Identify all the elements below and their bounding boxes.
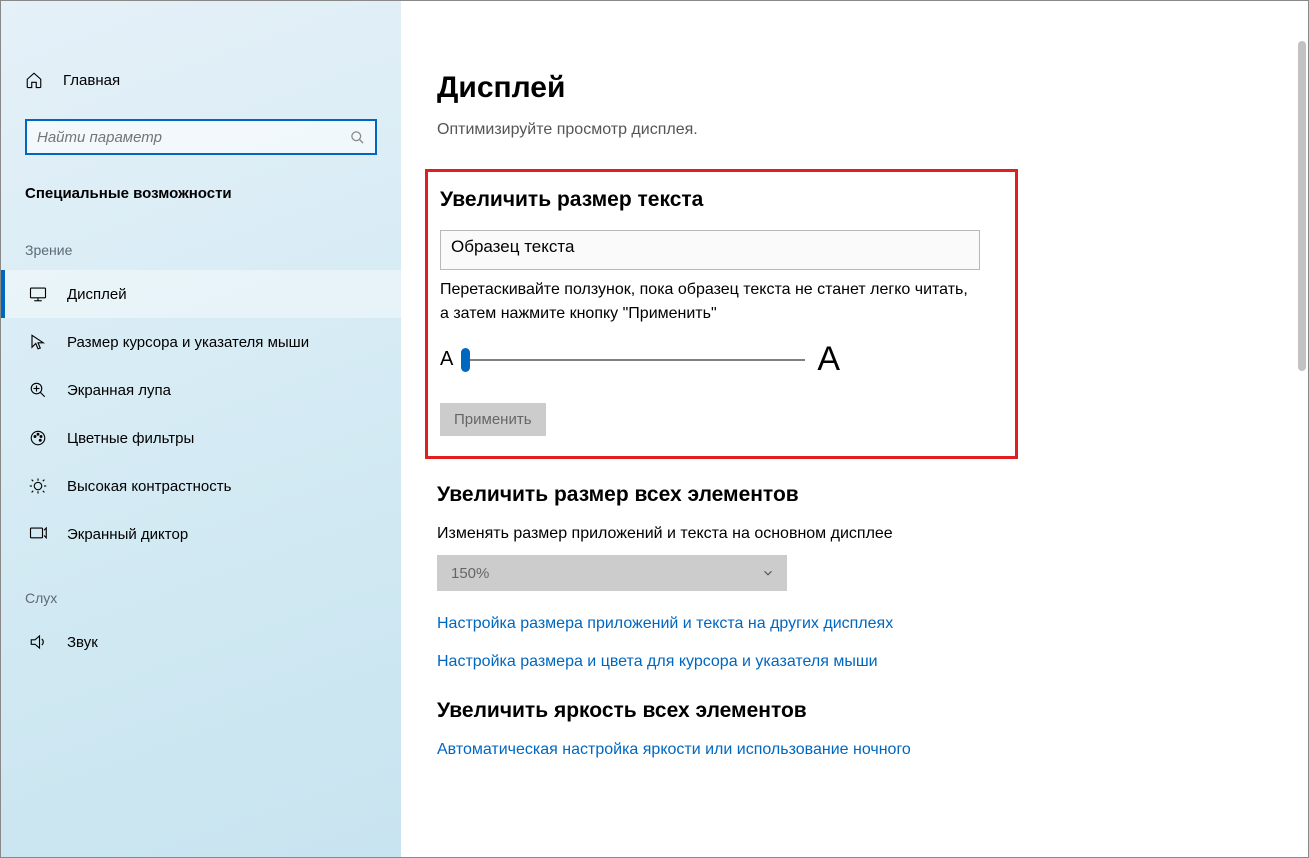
sound-icon: [29, 633, 47, 651]
slider-hint: Перетаскивайте ползунок, пока образец те…: [440, 278, 980, 326]
cursor-icon: [29, 333, 47, 351]
page-title: Дисплей: [437, 71, 1308, 105]
sidebar-item-label: Размер курсора и указателя мыши: [67, 334, 309, 351]
link-brightness-auto[interactable]: Автоматическая настройка яркости или исп…: [437, 741, 1308, 759]
text-size-slider[interactable]: [465, 359, 805, 361]
section-brightness-title: Увеличить яркость всех элементов: [437, 699, 1308, 723]
sidebar-item-sound[interactable]: Звук: [1, 618, 401, 666]
slider-thumb[interactable]: [461, 348, 470, 372]
dropdown-value: 150%: [451, 565, 489, 582]
sidebar-item-color-filters[interactable]: Цветные фильтры: [1, 414, 401, 462]
search-icon: [350, 130, 365, 145]
home-label: Главная: [63, 72, 120, 89]
search-input-wrapper[interactable]: [25, 119, 377, 155]
slider-max-label: A: [817, 340, 840, 379]
slider-min-label: A: [440, 348, 453, 371]
scale-label: Изменять размер приложений и текста на о…: [437, 525, 1308, 543]
chevron-down-icon: [761, 566, 775, 580]
sidebar-item-label: Экранная лупа: [67, 382, 171, 399]
sidebar-item-label: Экранный диктор: [67, 526, 188, 543]
home-icon: [25, 71, 43, 89]
apply-button[interactable]: Применить: [440, 403, 546, 436]
link-other-displays[interactable]: Настройка размера приложений и текста на…: [437, 615, 1308, 633]
sidebar-item-label: Звук: [67, 634, 98, 651]
contrast-icon: [29, 477, 47, 495]
narrator-icon: [29, 525, 47, 543]
sidebar-item-label: Высокая контрастность: [67, 478, 231, 495]
main-content: Дисплей Оптимизируйте просмотр дисплея. …: [401, 1, 1308, 857]
sample-text-box: Образец текста: [440, 230, 980, 270]
sidebar-item-high-contrast[interactable]: Высокая контрастность: [1, 462, 401, 510]
group-vision-label: Зрение: [1, 242, 401, 258]
category-header: Специальные возможности: [1, 185, 401, 202]
magnifier-icon: [29, 381, 47, 399]
section-everything-title: Увеличить размер всех элементов: [437, 483, 1308, 507]
group-hearing-label: Слух: [1, 590, 401, 606]
sidebar: Главная Специальные возможности Зрение Д…: [1, 1, 401, 857]
sidebar-item-label: Дисплей: [67, 286, 127, 303]
home-button[interactable]: Главная: [1, 61, 401, 99]
monitor-icon: [29, 285, 47, 303]
section-everything-larger: Увеличить размер всех элементов Изменять…: [437, 483, 1308, 671]
sidebar-item-magnifier[interactable]: Экранная лупа: [1, 366, 401, 414]
text-size-slider-row: A A: [440, 340, 1003, 379]
sidebar-item-cursor[interactable]: Размер курсора и указателя мыши: [1, 318, 401, 366]
sidebar-item-display[interactable]: Дисплей: [1, 270, 401, 318]
section-brightness: Увеличить яркость всех элементов Автомат…: [437, 699, 1308, 759]
search-input[interactable]: [37, 129, 350, 146]
palette-icon: [29, 429, 47, 447]
link-cursor-settings[interactable]: Настройка размера и цвета для курсора и …: [437, 653, 1308, 671]
highlighted-section: Увеличить размер текста Образец текста П…: [425, 169, 1018, 459]
sidebar-item-label: Цветные фильтры: [67, 430, 194, 447]
section-text-size-title: Увеличить размер текста: [440, 188, 1003, 212]
sidebar-item-narrator[interactable]: Экранный диктор: [1, 510, 401, 558]
page-subtitle: Оптимизируйте просмотр дисплея.: [437, 121, 1308, 139]
scale-dropdown[interactable]: 150%: [437, 555, 787, 591]
scrollbar[interactable]: [1298, 41, 1306, 371]
